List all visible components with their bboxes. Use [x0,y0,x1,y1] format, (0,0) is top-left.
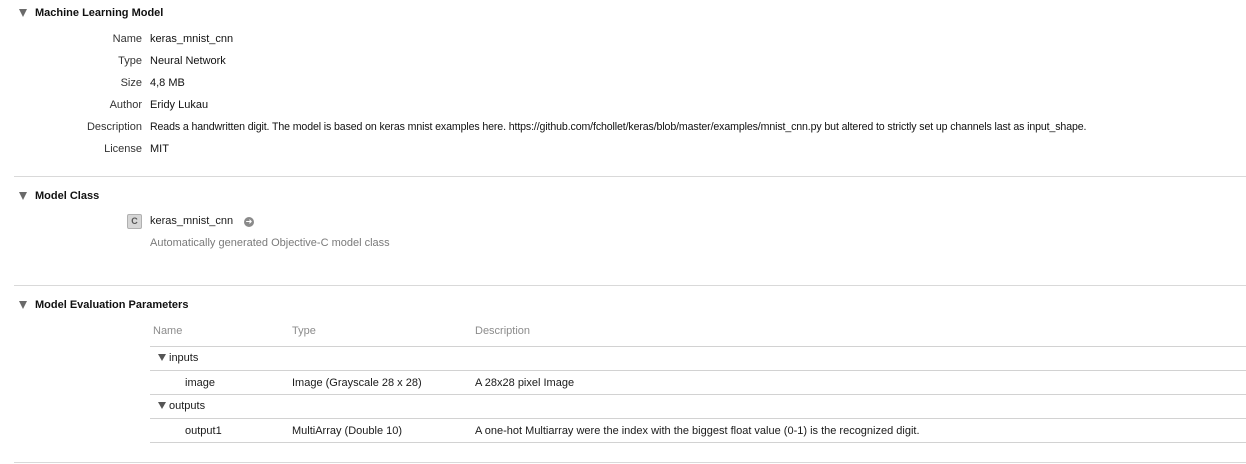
prop-label-license: License [104,143,142,155]
class-description: Automatically generated Objective-C mode… [150,237,390,249]
group-row-outputs[interactable]: outputs [150,397,1246,417]
row-divider [150,442,1246,443]
section-divider [14,462,1246,463]
goto-arrow-icon[interactable]: ➜ [244,217,254,227]
section-title: Model Class [35,190,100,202]
prop-label-type: Type [118,55,142,67]
section-divider [14,176,1246,177]
prop-value-license: MIT [150,143,169,155]
param-description: A one-hot Multiarray were the index with… [475,425,920,437]
prop-label-description: Description [86,121,142,133]
group-label: outputs [169,400,206,412]
ml-model-header[interactable]: Machine Learning Model [0,3,400,23]
disclosure-triangle-icon[interactable] [158,354,166,361]
column-header-type[interactable]: Type [292,325,316,337]
model-class-header[interactable]: Model Class [0,186,400,206]
param-name: output1 [185,425,222,437]
param-type: Image (Grayscale 28 x 28) [292,377,422,389]
class-name: keras_mnist_cnn [150,215,234,227]
disclosure-triangle-icon[interactable] [19,301,27,309]
row-divider [150,394,1246,395]
column-header-name[interactable]: Name [153,325,182,337]
row-divider [150,418,1246,419]
evaluation-header[interactable]: Model Evaluation Parameters [0,295,400,315]
prop-label-size: Size [120,77,142,89]
prop-label-name: Name [112,33,142,45]
section-title: Machine Learning Model [35,7,164,19]
group-row-inputs[interactable]: inputs [150,349,1246,369]
row-divider [150,370,1246,371]
section-title: Model Evaluation Parameters [35,299,189,311]
param-name: image [185,377,215,389]
prop-value-name: keras_mnist_cnn [150,33,234,45]
disclosure-triangle-icon[interactable] [19,9,27,17]
prop-value-author: Eridy Lukau [150,99,209,111]
prop-label-author: Author [109,99,142,111]
column-header-description[interactable]: Description [475,325,530,337]
param-description: A 28x28 pixel Image [475,377,575,389]
param-type: MultiArray (Double 10) [292,425,403,437]
group-label: inputs [169,352,199,364]
prop-value-type: Neural Network [150,55,226,67]
section-divider [14,285,1246,286]
disclosure-triangle-icon[interactable] [158,402,166,409]
prop-value-size: 4,8 MB [150,77,185,89]
table-header-divider [150,346,1246,347]
class-file-icon: C [127,214,142,229]
prop-value-description: Reads a handwritten digit. The model is … [150,121,1087,133]
disclosure-triangle-icon[interactable] [19,192,27,200]
